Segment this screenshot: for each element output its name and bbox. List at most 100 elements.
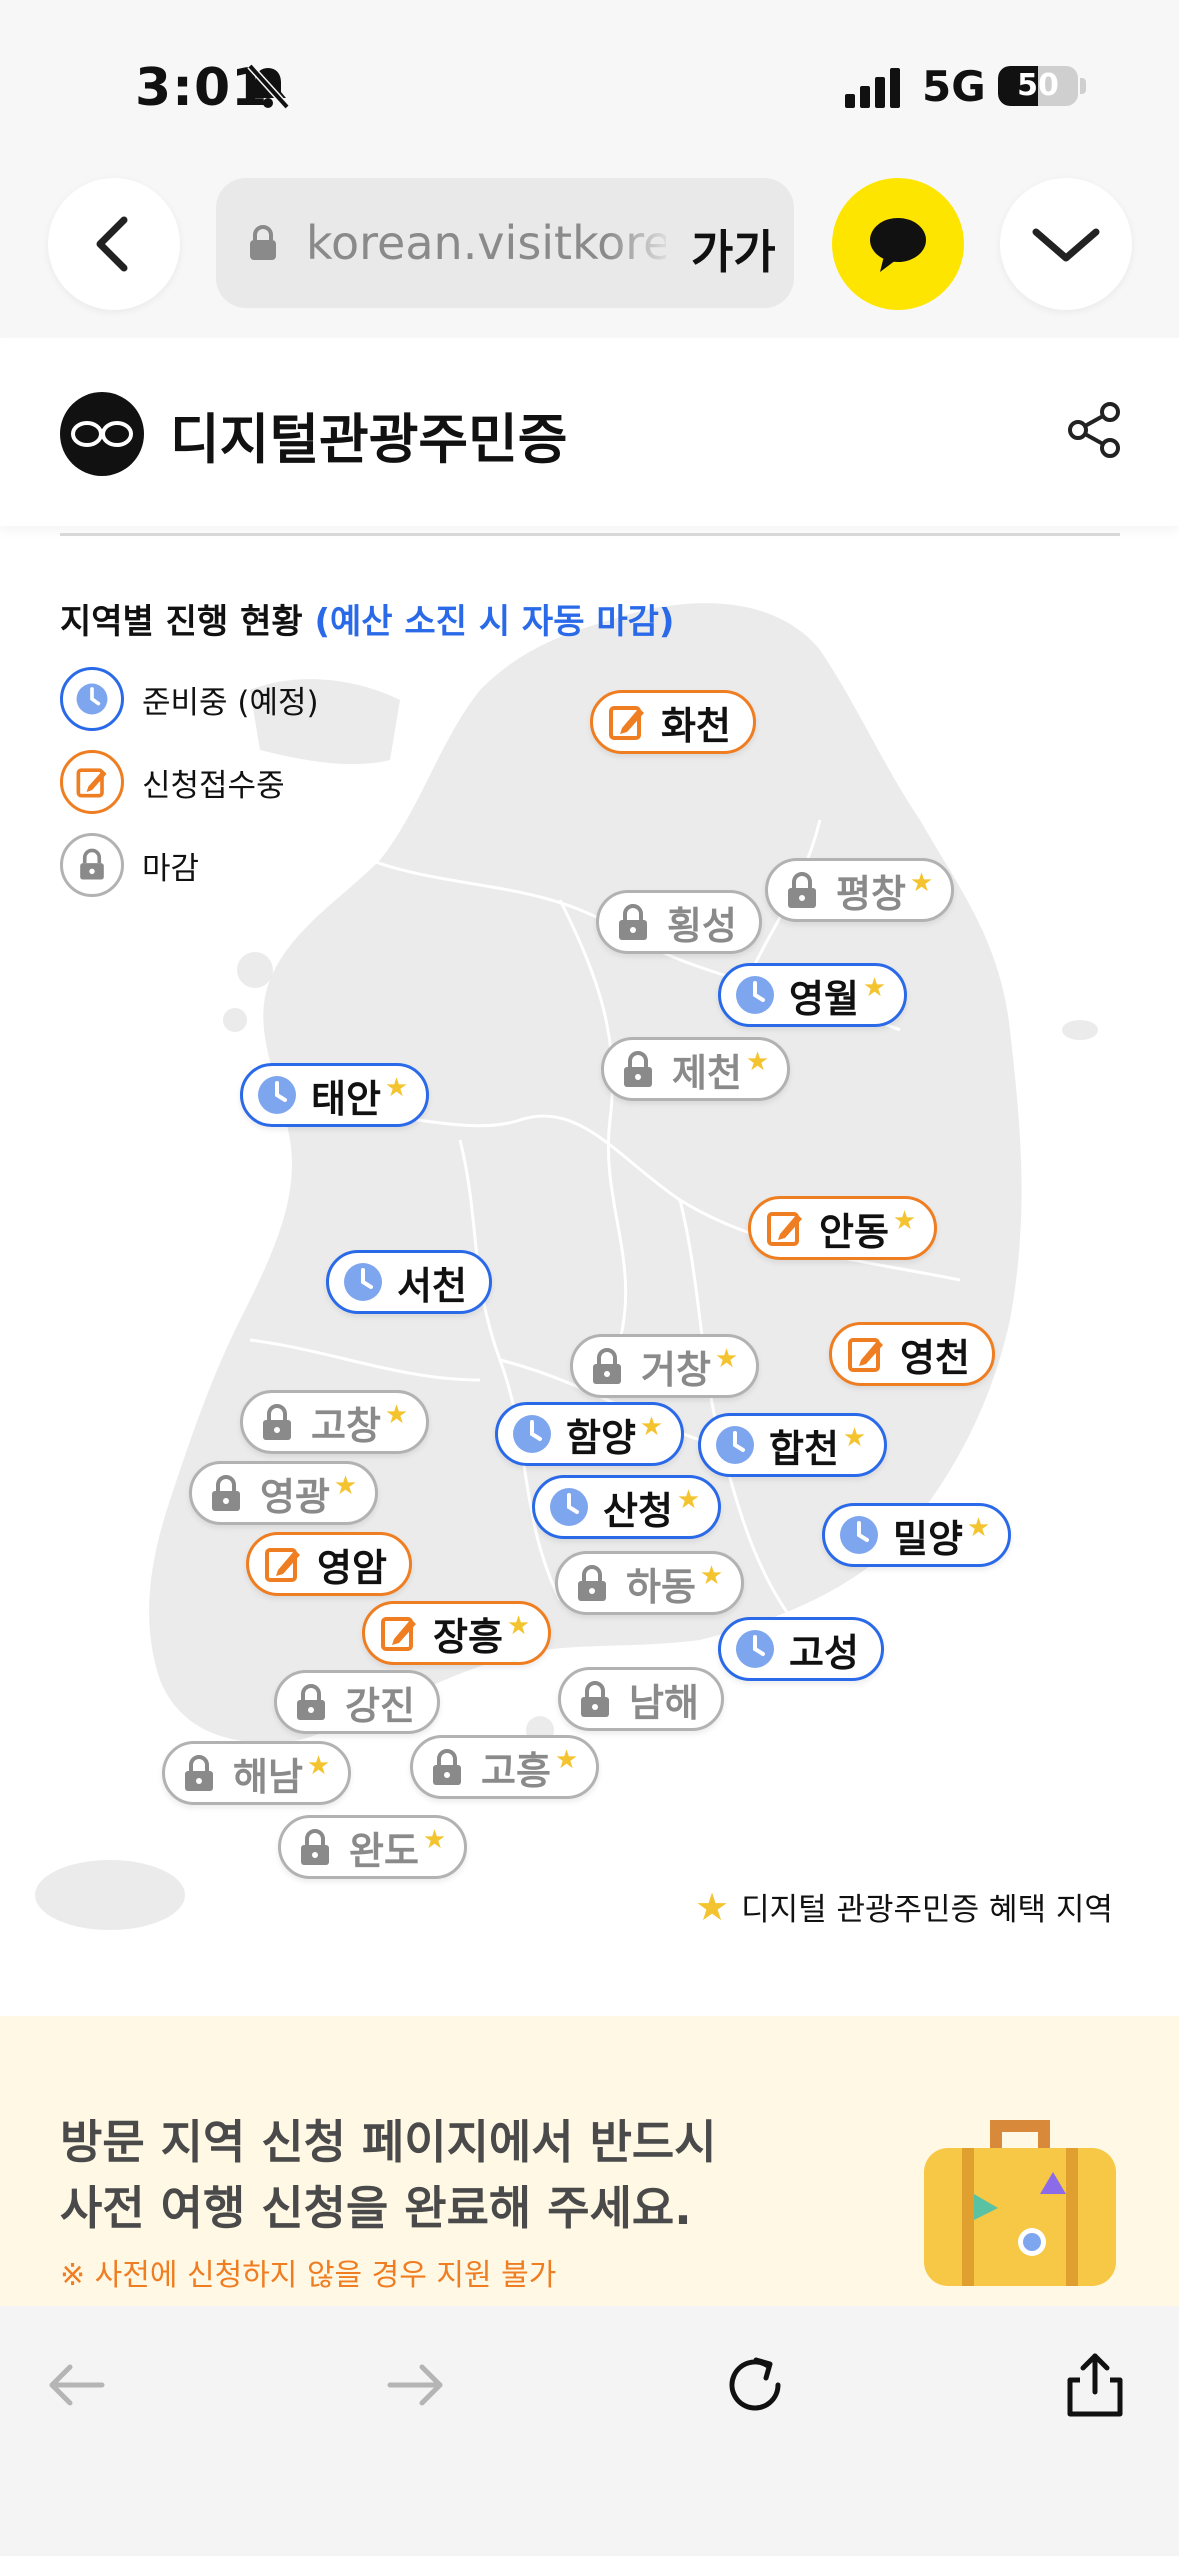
more-button[interactable] bbox=[1000, 178, 1132, 310]
back-button[interactable] bbox=[48, 178, 180, 310]
legend-edit-badge bbox=[60, 750, 124, 814]
region-pill[interactable]: 영월 ★ bbox=[718, 963, 908, 1027]
browser-bottom-bar bbox=[0, 2306, 1179, 2556]
region-name: 영광 bbox=[260, 1474, 330, 1519]
notice-line-2: 사전 여행 신청을 완료해 주세요. bbox=[60, 2181, 692, 2235]
region-pill[interactable]: 장흥 ★ bbox=[362, 1601, 552, 1665]
region-pill[interactable]: 서천 bbox=[326, 1250, 492, 1314]
region-pill[interactable]: 해남 ★ bbox=[162, 1741, 352, 1805]
lock-icon bbox=[578, 1565, 606, 1601]
url-fade bbox=[606, 198, 676, 288]
star-icon: ★ bbox=[862, 973, 887, 1003]
region-pill[interactable]: 고흥 ★ bbox=[410, 1735, 600, 1799]
map-section-title: 지역별 진행 현황 (예산 소진 시 자동 마감) bbox=[60, 594, 674, 643]
region-pill[interactable]: 함양 ★ bbox=[495, 1402, 685, 1466]
region-pill[interactable]: 강진 bbox=[274, 1670, 440, 1734]
legend-label-open: 신청접수중 bbox=[142, 767, 285, 804]
star-icon: ★ bbox=[892, 1206, 917, 1236]
battery-tip bbox=[1080, 78, 1086, 94]
region-name: 서천 bbox=[397, 1263, 467, 1308]
star-icon: ★ bbox=[695, 1884, 730, 1929]
network-type: 5G bbox=[922, 62, 986, 111]
silent-bell-icon bbox=[247, 63, 290, 110]
clock-icon bbox=[550, 1488, 588, 1526]
region-pill[interactable]: 합천 ★ bbox=[698, 1413, 888, 1477]
region-name: 횡성 bbox=[667, 903, 737, 948]
site-title[interactable]: 디지털관광주민증 bbox=[170, 395, 567, 474]
star-icon: ★ bbox=[676, 1485, 701, 1515]
region-pill[interactable]: 영암 bbox=[246, 1532, 412, 1596]
back-arrow-icon[interactable] bbox=[42, 2350, 112, 2420]
region-pill[interactable]: 제천 ★ bbox=[601, 1037, 791, 1101]
lock-icon bbox=[624, 1051, 652, 1087]
region-name: 합천 bbox=[769, 1426, 839, 1471]
region-pill[interactable]: 남해 bbox=[558, 1667, 724, 1731]
region-pill[interactable]: 산청 ★ bbox=[532, 1475, 722, 1539]
legend-clock-badge bbox=[60, 667, 124, 731]
star-icon: ★ bbox=[639, 1412, 664, 1442]
region-name: 영천 bbox=[900, 1335, 970, 1380]
chat-bubble-icon bbox=[870, 218, 926, 272]
share-upload-icon[interactable] bbox=[1060, 2350, 1130, 2420]
legend-item-open: 신청접수중 bbox=[60, 750, 285, 814]
star-icon: ★ bbox=[333, 1471, 358, 1501]
star-icon: ★ bbox=[384, 1073, 409, 1103]
benefit-label: 디지털 관광주민증 혜택 지역 bbox=[741, 1892, 1113, 1928]
star-icon: ★ bbox=[699, 1561, 724, 1591]
region-name: 해남 bbox=[233, 1754, 303, 1799]
region-name: 화천 bbox=[661, 703, 731, 748]
notice-line-1: 방문 지역 신청 페이지에서 반드시 bbox=[60, 2115, 717, 2169]
region-pill[interactable]: 평창 ★ bbox=[765, 858, 955, 922]
region-name: 영월 bbox=[789, 976, 859, 1021]
legend-label-pending: 준비중 (예정) bbox=[142, 684, 319, 721]
region-pill[interactable]: 영광 ★ bbox=[189, 1461, 379, 1525]
region-name: 태안 bbox=[311, 1076, 381, 1121]
region-pill[interactable]: 영천 bbox=[829, 1322, 995, 1386]
site-logo[interactable] bbox=[60, 392, 144, 476]
text-size-button[interactable]: 가가 bbox=[691, 216, 776, 282]
region-name: 영암 bbox=[317, 1545, 387, 1590]
clock-icon bbox=[258, 1076, 296, 1114]
star-icon: ★ bbox=[714, 1344, 739, 1374]
edit-icon bbox=[76, 768, 107, 798]
region-name: 장흥 bbox=[433, 1614, 503, 1659]
edit-icon bbox=[265, 1548, 300, 1582]
lock-icon bbox=[433, 1749, 461, 1785]
address-bar[interactable]: korean.visitkorea.or.kr 가가 bbox=[216, 178, 794, 308]
star-icon: ★ bbox=[554, 1745, 579, 1775]
region-name: 하동 bbox=[626, 1564, 696, 1609]
region-pill[interactable]: 고성 bbox=[718, 1617, 884, 1681]
region-name: 제천 bbox=[672, 1050, 742, 1095]
legend-item-closed: 마감 bbox=[60, 833, 199, 897]
region-name: 강진 bbox=[345, 1683, 415, 1728]
lock-icon bbox=[301, 1829, 329, 1865]
region-pill[interactable]: 완도 ★ bbox=[278, 1815, 468, 1879]
star-icon: ★ bbox=[306, 1751, 331, 1781]
region-pill[interactable]: 고창 ★ bbox=[240, 1390, 430, 1454]
reload-icon[interactable] bbox=[720, 2350, 790, 2420]
region-pill[interactable]: 거창 ★ bbox=[570, 1334, 760, 1398]
lock-icon bbox=[788, 872, 816, 908]
region-pill[interactable]: 태안 ★ bbox=[240, 1063, 430, 1127]
clock-icon bbox=[513, 1415, 551, 1453]
forward-arrow-icon[interactable] bbox=[380, 2350, 450, 2420]
cellular-signal-icon bbox=[845, 68, 900, 108]
lock-icon bbox=[80, 848, 104, 880]
clock-icon bbox=[344, 1263, 382, 1301]
region-pill[interactable]: 횡성 bbox=[596, 890, 762, 954]
region-name: 고성 bbox=[789, 1630, 859, 1675]
glasses-icon bbox=[71, 421, 133, 447]
star-icon: ★ bbox=[506, 1611, 531, 1641]
share-icon[interactable] bbox=[1066, 400, 1122, 460]
star-icon: ★ bbox=[966, 1513, 991, 1543]
region-pill[interactable]: 안동 ★ bbox=[748, 1196, 938, 1260]
edit-icon bbox=[609, 706, 644, 740]
chevron-left-icon bbox=[96, 216, 128, 272]
region-pill[interactable]: 하동 ★ bbox=[555, 1551, 745, 1615]
lock-icon bbox=[619, 904, 647, 940]
region-pill[interactable]: 밀양 ★ bbox=[822, 1503, 1012, 1567]
legend-label-closed: 마감 bbox=[142, 850, 200, 887]
battery-level: 50 bbox=[1017, 68, 1059, 103]
region-pill[interactable]: 화천 bbox=[590, 690, 756, 754]
kakaotalk-button[interactable] bbox=[832, 178, 964, 310]
